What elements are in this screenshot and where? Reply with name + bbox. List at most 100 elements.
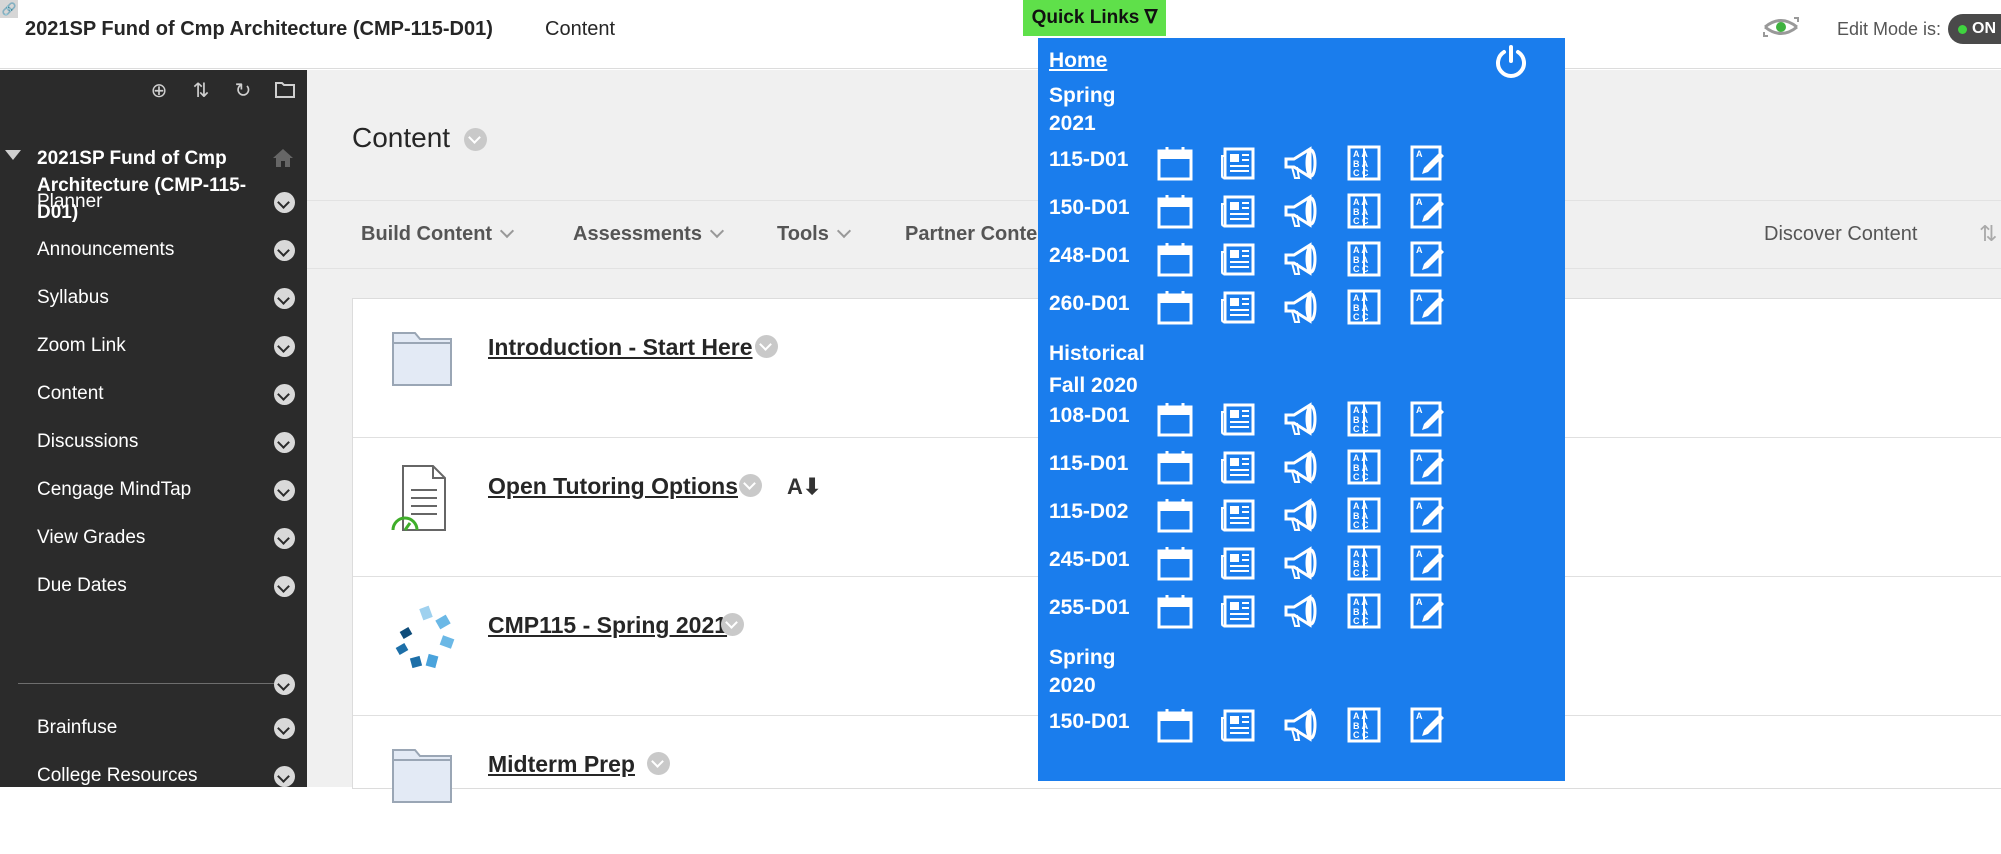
gradebook-icon[interactable]: A AB AC C [1345,288,1383,326]
edit-assignment-icon[interactable]: A [1408,592,1446,630]
calendar-icon[interactable] [1156,448,1194,486]
chevron-down-icon[interactable] [274,674,295,695]
megaphone-icon[interactable] [1282,400,1320,438]
calendar-icon[interactable] [1156,240,1194,278]
megaphone-icon[interactable] [1282,592,1320,630]
chevron-down-icon[interactable] [274,766,295,787]
megaphone-icon[interactable] [1282,240,1320,278]
add-menu-item-icon[interactable]: ⊕ [148,80,170,102]
chevron-down-icon[interactable] [274,480,295,501]
gradebook-icon[interactable]: A AB AC C [1345,592,1383,630]
calendar-icon[interactable] [1156,496,1194,534]
sidebar-item-announcements[interactable]: Announcements [37,239,174,261]
sidebar-course-name[interactable]: 2021SP Fund of Cmp Architecture (CMP-115… [37,145,267,226]
item-title-introduction[interactable]: Introduction - Start Here [488,334,753,361]
megaphone-icon[interactable] [1282,288,1320,326]
quick-links-home-link[interactable]: Home [1049,49,1107,73]
edit-assignment-icon[interactable]: A [1408,448,1446,486]
chevron-down-icon[interactable] [721,613,744,636]
calendar-icon[interactable] [1156,544,1194,582]
link-icon[interactable]: 🔗 [0,0,18,18]
chevron-down-icon[interactable] [755,335,778,358]
reorder-icon[interactable]: ⇅ [1979,221,1997,247]
edit-assignment-icon[interactable]: A [1408,706,1446,744]
gradebook-icon[interactable]: A AB AC C [1345,496,1383,534]
alternative-formats-icon[interactable]: A⬇ [787,474,821,500]
tools-menu[interactable]: Tools [777,223,851,246]
quick-links-tab[interactable]: Quick Links ∇ [1023,0,1166,36]
home-icon[interactable] [272,148,294,173]
folder-view-icon[interactable] [274,80,296,102]
course-title[interactable]: 2021SP Fund of Cmp Architecture (CMP-115… [25,18,493,41]
news-icon[interactable] [1219,192,1257,230]
chevron-down-icon[interactable] [739,474,762,497]
calendar-icon[interactable] [1156,592,1194,630]
sidebar-item-due-dates[interactable]: Due Dates [37,575,127,597]
assessments-menu[interactable]: Assessments [573,223,725,246]
megaphone-icon[interactable] [1282,496,1320,534]
reorder-icon[interactable]: ⇅ [190,80,212,102]
news-icon[interactable] [1219,240,1257,278]
gradebook-icon[interactable]: A AB AC C [1345,448,1383,486]
power-icon[interactable] [1493,44,1529,85]
gradebook-icon[interactable]: A AB AC C [1345,400,1383,438]
sidebar-item-college-resources[interactable]: College Resources [37,765,198,787]
sidebar-item-planner[interactable]: Planner [37,191,103,213]
edit-assignment-icon[interactable]: A [1408,400,1446,438]
sidebar-item-cengage-mindtap[interactable]: Cengage MindTap [37,479,191,501]
gradebook-icon[interactable]: A AB AC C [1345,192,1383,230]
news-icon[interactable] [1219,288,1257,326]
chevron-down-icon[interactable] [274,718,295,739]
refresh-icon[interactable]: ↻ [232,80,254,102]
sidebar-item-syllabus[interactable]: Syllabus [37,287,109,309]
megaphone-icon[interactable] [1282,544,1320,582]
edit-assignment-icon[interactable]: A [1408,288,1446,326]
news-icon[interactable] [1219,144,1257,182]
megaphone-icon[interactable] [1282,448,1320,486]
sidebar-item-view-grades[interactable]: View Grades [37,527,145,549]
edit-assignment-icon[interactable]: A [1408,544,1446,582]
collapse-caret-icon[interactable] [5,150,21,160]
sidebar-item-brainfuse[interactable]: Brainfuse [37,717,117,739]
edit-assignment-icon[interactable]: A [1408,240,1446,278]
item-title-midterm-prep[interactable]: Midterm Prep [488,751,635,778]
sidebar-item-discussions[interactable]: Discussions [37,431,138,453]
edit-assignment-icon[interactable]: A [1408,192,1446,230]
news-icon[interactable] [1219,400,1257,438]
megaphone-icon[interactable] [1282,144,1320,182]
edit-assignment-icon[interactable]: A [1408,496,1446,534]
news-icon[interactable] [1219,592,1257,630]
item-title-open-tutoring[interactable]: Open Tutoring Options [488,473,738,500]
partner-content-menu[interactable]: Partner Content [905,223,1056,246]
gradebook-icon[interactable]: A AB AC C [1345,706,1383,744]
chevron-down-icon[interactable] [647,752,670,775]
gradebook-icon[interactable]: A AB AC C [1345,240,1383,278]
news-icon[interactable] [1219,496,1257,534]
chevron-down-icon[interactable] [274,576,295,597]
chevron-down-icon[interactable] [274,384,295,405]
calendar-icon[interactable] [1156,288,1194,326]
calendar-icon[interactable] [1156,706,1194,744]
news-icon[interactable] [1219,706,1257,744]
megaphone-icon[interactable] [1282,706,1320,744]
breadcrumb-content[interactable]: Content [545,18,615,41]
sidebar-item-zoom-link[interactable]: Zoom Link [37,335,126,357]
calendar-icon[interactable] [1156,144,1194,182]
gradebook-icon[interactable]: A AB AC C [1345,544,1383,582]
item-title-cmp115[interactable]: CMP115 - Spring 2021 [488,612,727,639]
news-icon[interactable] [1219,544,1257,582]
chevron-down-icon[interactable] [274,528,295,549]
chevron-down-icon[interactable] [274,288,295,309]
calendar-icon[interactable] [1156,192,1194,230]
edit-assignment-icon[interactable]: A [1408,144,1446,182]
gradebook-icon[interactable]: A AB AC C [1345,144,1383,182]
megaphone-icon[interactable] [1282,192,1320,230]
chevron-down-icon[interactable] [274,336,295,357]
discover-content-link[interactable]: Discover Content [1764,223,1917,246]
chevron-down-icon[interactable] [274,432,295,453]
chevron-down-icon[interactable] [464,128,487,151]
news-icon[interactable] [1219,448,1257,486]
chevron-down-icon[interactable] [274,192,295,213]
edit-mode-toggle[interactable]: ON [1948,14,2001,44]
student-preview-icon[interactable] [1761,12,1801,42]
